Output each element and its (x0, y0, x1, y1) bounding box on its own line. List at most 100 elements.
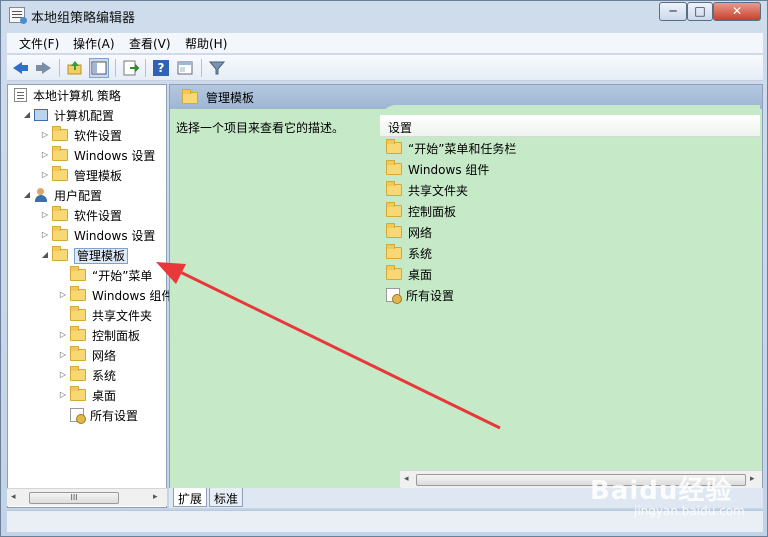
settings-list[interactable]: 设置 “开始”菜单和任务栏 Windows 组件 共享文件夹 控制面板 网络 系… (380, 105, 760, 471)
expanded-arrow-icon[interactable]: ◢ (40, 250, 50, 260)
tree-item-label: 桌面 (92, 389, 117, 403)
tree-horizontal-scrollbar[interactable]: ◂ III ▸ (7, 488, 167, 506)
tree-item-comp-software[interactable]: ▷ 软件设置 (42, 126, 123, 145)
collapsed-arrow-icon[interactable]: ▷ (40, 130, 50, 140)
tree-item-user-config[interactable]: ◢ 用户配置 (24, 187, 102, 205)
toolbar-separator (115, 59, 116, 77)
tree-item-computer-config[interactable]: ◢ 计算机配置 (24, 107, 115, 125)
properties-icon (177, 61, 193, 75)
title-bar[interactable]: 本地组策略编辑器 ─ □ ✕ (1, 1, 767, 29)
list-item[interactable]: Windows 组件 (386, 160, 490, 181)
tree-item-user-windows[interactable]: ▷ Windows 设置 (42, 226, 156, 245)
tab-standard[interactable]: 标准 (209, 488, 244, 507)
scroll-left-arrow[interactable]: ◂ (11, 492, 16, 502)
tree-item-user-admin[interactable]: ◢ 管理模板 (42, 246, 129, 265)
tree-item-network[interactable]: ▷ 网络 (60, 346, 117, 365)
tree-item-desktop[interactable]: ▷ 桌面 (60, 386, 117, 405)
tree-item-label: 计算机配置 (54, 109, 115, 123)
folder-icon (386, 160, 402, 175)
list-item[interactable]: 网络 (386, 223, 432, 244)
menu-help[interactable]: 帮助(H) (185, 35, 227, 52)
list-item[interactable]: 所有设置 (386, 287, 454, 307)
scroll-left-arrow[interactable]: ◂ (404, 474, 409, 484)
menu-action[interactable]: 操作(A) (73, 35, 115, 52)
baidu-watermark: Baidu经验 jingyan.baidu.com (590, 470, 760, 530)
help-button[interactable]: ? (151, 58, 171, 78)
up-level-button[interactable] (65, 58, 85, 78)
expanded-arrow-icon[interactable]: ◢ (22, 190, 32, 200)
list-item-label: 控制面板 (408, 205, 457, 219)
back-button[interactable] (11, 58, 31, 78)
window-title: 本地组策略编辑器 (31, 11, 136, 26)
tree-item-start-menu[interactable]: “开始”菜单 (70, 266, 152, 285)
tree-item-label: 网络 (92, 349, 117, 363)
tree-item-components[interactable]: ▷ Windows 组件 (60, 286, 173, 305)
console-tree[interactable]: 本地计算机 策略 ◢ 计算机配置 ▷ 软件设置 ▷ Windows 设置 ▷ 管… (7, 84, 173, 508)
properties-button[interactable] (175, 58, 195, 78)
list-item[interactable]: 控制面板 (386, 202, 457, 223)
scroll-right-arrow[interactable]: ▸ (153, 492, 158, 502)
collapsed-arrow-icon[interactable]: ▷ (40, 210, 50, 220)
folder-icon (52, 246, 68, 261)
menu-file[interactable]: 文件(F) (19, 35, 59, 52)
collapsed-arrow-icon[interactable]: ▷ (58, 370, 68, 380)
user-icon (34, 188, 48, 202)
tree-item-label: 软件设置 (74, 129, 123, 143)
expanded-arrow-icon[interactable]: ◢ (22, 110, 32, 120)
minimize-button[interactable]: ─ (659, 2, 687, 21)
list-item-label: Windows 组件 (408, 163, 490, 177)
folder-icon (386, 244, 402, 259)
tree-item-label-selected: 管理模板 (74, 248, 129, 264)
back-arrow-icon (13, 62, 28, 74)
filter-button[interactable] (207, 58, 227, 78)
collapsed-arrow-icon[interactable]: ▷ (58, 330, 68, 340)
folder-icon (70, 346, 86, 361)
folder-icon (386, 265, 402, 280)
tree-item-label: Windows 设置 (74, 229, 156, 243)
folder-icon (386, 202, 402, 217)
tree-item-system[interactable]: ▷ 系统 (60, 366, 116, 385)
toolbar-separator (59, 59, 60, 77)
tree-item-comp-windows[interactable]: ▷ Windows 设置 (42, 146, 155, 165)
toolbar-separator (201, 59, 202, 77)
tab-extended[interactable]: 扩展 (173, 488, 208, 507)
list-item[interactable]: 系统 (386, 244, 432, 265)
folder-up-icon (67, 61, 82, 75)
export-list-button[interactable] (121, 58, 141, 78)
tree-item-label: 所有设置 (90, 409, 139, 423)
tree-item-comp-admin[interactable]: ▷ 管理模板 (42, 166, 123, 185)
list-item-label: 共享文件夹 (408, 184, 469, 198)
menu-view[interactable]: 查看(V) (129, 35, 171, 52)
tree-item-control-panel[interactable]: ▷ 控制面板 (60, 326, 141, 345)
collapsed-arrow-icon[interactable]: ▷ (58, 290, 68, 300)
tree-item-label: 管理模板 (74, 169, 123, 183)
list-item-label: 桌面 (408, 268, 433, 282)
maximize-button[interactable]: □ (687, 2, 713, 21)
list-item[interactable]: 共享文件夹 (386, 181, 469, 202)
collapsed-arrow-icon[interactable]: ▷ (40, 150, 50, 160)
close-button[interactable]: ✕ (713, 2, 761, 21)
collapsed-arrow-icon[interactable]: ▷ (58, 350, 68, 360)
collapsed-arrow-icon[interactable]: ▷ (40, 170, 50, 180)
collapsed-arrow-icon[interactable]: ▷ (40, 230, 50, 240)
collapsed-arrow-icon[interactable]: ▷ (58, 390, 68, 400)
watermark-brand: Baidu经验 (590, 476, 733, 506)
column-header-setting[interactable]: 设置 (380, 115, 760, 137)
scroll-thumb[interactable]: III (29, 492, 119, 504)
tree-item-user-software[interactable]: ▷ 软件设置 (42, 206, 123, 225)
forward-button[interactable] (35, 58, 55, 78)
toolbar: ? (7, 55, 763, 81)
folder-icon (70, 286, 86, 301)
tree-item-shared-folders[interactable]: 共享文件夹 (70, 306, 152, 325)
application-window: 本地组策略编辑器 ─ □ ✕ 文件(F) 操作(A) 查看(V) 帮助(H) ? (0, 0, 768, 537)
list-item[interactable]: 桌面 (386, 265, 433, 286)
tree-item-label: 控制面板 (92, 329, 141, 343)
tree-root[interactable]: 本地计算机 策略 (14, 87, 121, 105)
tree-item-label: 软件设置 (74, 209, 123, 223)
filter-icon (208, 61, 226, 75)
show-hide-tree-button[interactable] (89, 58, 109, 78)
folder-icon (70, 306, 86, 321)
tree-item-all-settings[interactable]: 所有设置 (70, 407, 138, 425)
policy-editor-icon (9, 7, 27, 24)
list-item[interactable]: “开始”菜单和任务栏 (386, 139, 516, 160)
